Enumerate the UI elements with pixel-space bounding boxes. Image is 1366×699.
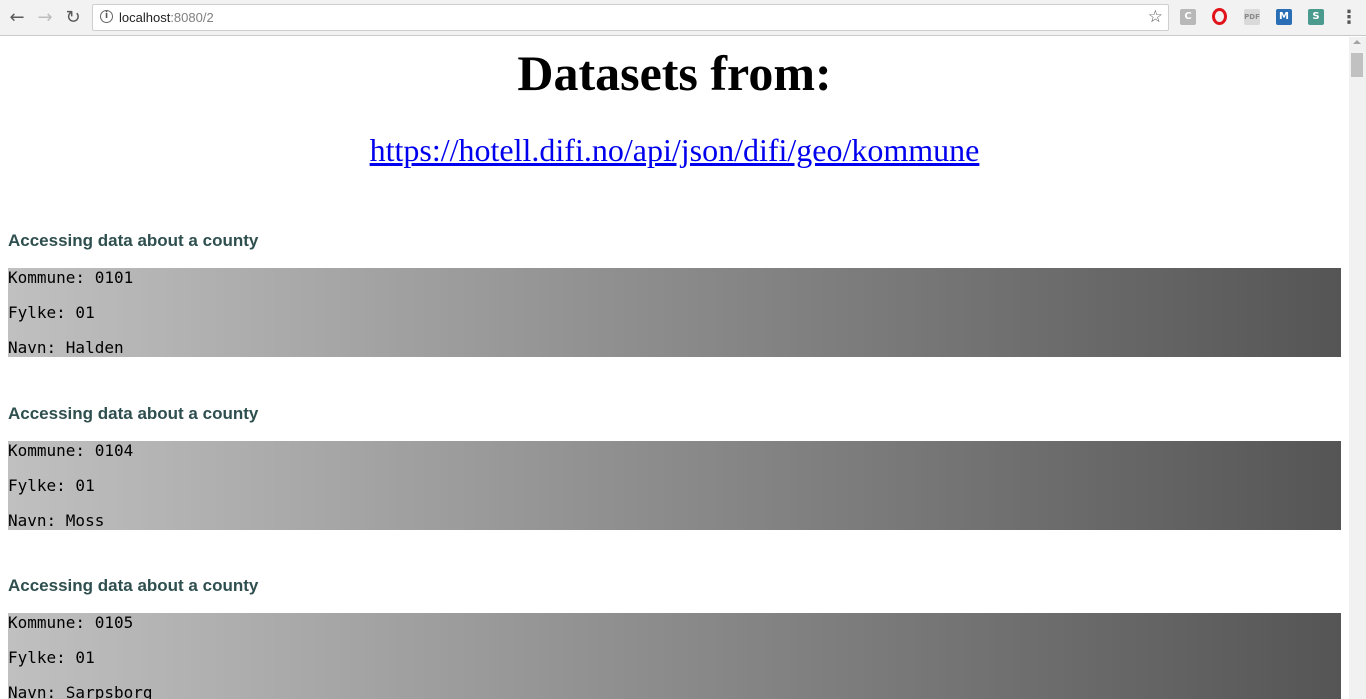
kommune-field: Kommune: 0101 bbox=[8, 268, 134, 287]
record-card: Kommune: 0105 Fylke: 01 Navn: Sarpsborg bbox=[8, 613, 1341, 699]
forward-arrow-icon[interactable]: → bbox=[34, 6, 56, 28]
fylke-field: Fylke: 01 bbox=[8, 648, 95, 667]
navn-field: Navn: Moss bbox=[8, 511, 105, 530]
pdf-extension-icon[interactable]: PDF bbox=[1244, 9, 1260, 25]
extension-m-icon[interactable]: M bbox=[1276, 9, 1292, 25]
kommune-field: Kommune: 0105 bbox=[8, 613, 134, 632]
source-link[interactable]: https://hotell.difi.no/api/json/difi/geo… bbox=[370, 132, 980, 168]
fylke-field: Fylke: 01 bbox=[8, 476, 95, 495]
vertical-scrollbar[interactable] bbox=[1349, 37, 1366, 699]
info-icon[interactable]: i bbox=[100, 10, 113, 23]
navn-field: Navn: Sarpsborg bbox=[8, 683, 153, 699]
scrollbar-thumb[interactable] bbox=[1351, 53, 1363, 77]
extension-s-icon[interactable]: S bbox=[1308, 9, 1324, 25]
kommune-field: Kommune: 0104 bbox=[8, 441, 134, 460]
reload-icon[interactable]: ↻ bbox=[62, 6, 84, 28]
opera-extension-icon[interactable] bbox=[1212, 8, 1227, 25]
section-heading: Accessing data about a county bbox=[8, 231, 259, 250]
page-content: Datasets from: https://hotell.difi.no/ap… bbox=[0, 37, 1349, 699]
source-link-container: https://hotell.difi.no/api/json/difi/geo… bbox=[0, 130, 1349, 170]
navn-field: Navn: Halden bbox=[8, 338, 124, 357]
section-heading: Accessing data about a county bbox=[8, 404, 259, 423]
star-icon[interactable]: ☆ bbox=[1148, 7, 1163, 27]
scroll-up-arrow-icon[interactable] bbox=[1353, 40, 1361, 44]
fylke-field: Fylke: 01 bbox=[8, 303, 95, 322]
page-title: Datasets from: bbox=[517, 45, 832, 101]
back-arrow-icon[interactable]: ← bbox=[6, 6, 28, 28]
record-card: Kommune: 0101 Fylke: 01 Navn: Halden bbox=[8, 268, 1341, 357]
browser-toolbar: ← → ↻ i localhost:8080/2 ☆ C PDF M S ⋮ bbox=[0, 0, 1366, 36]
kebab-menu-icon[interactable]: ⋮ bbox=[1340, 7, 1358, 28]
url-text[interactable]: localhost:8080/2 bbox=[119, 10, 214, 25]
url-host: localhost bbox=[119, 10, 171, 25]
section-heading: Accessing data about a county bbox=[8, 576, 259, 595]
address-bar[interactable]: i localhost:8080/2 ☆ bbox=[92, 4, 1169, 31]
url-port-path: :8080/2 bbox=[170, 10, 214, 25]
extension-c-icon[interactable]: C bbox=[1180, 9, 1196, 25]
record-card: Kommune: 0104 Fylke: 01 Navn: Moss bbox=[8, 441, 1341, 530]
